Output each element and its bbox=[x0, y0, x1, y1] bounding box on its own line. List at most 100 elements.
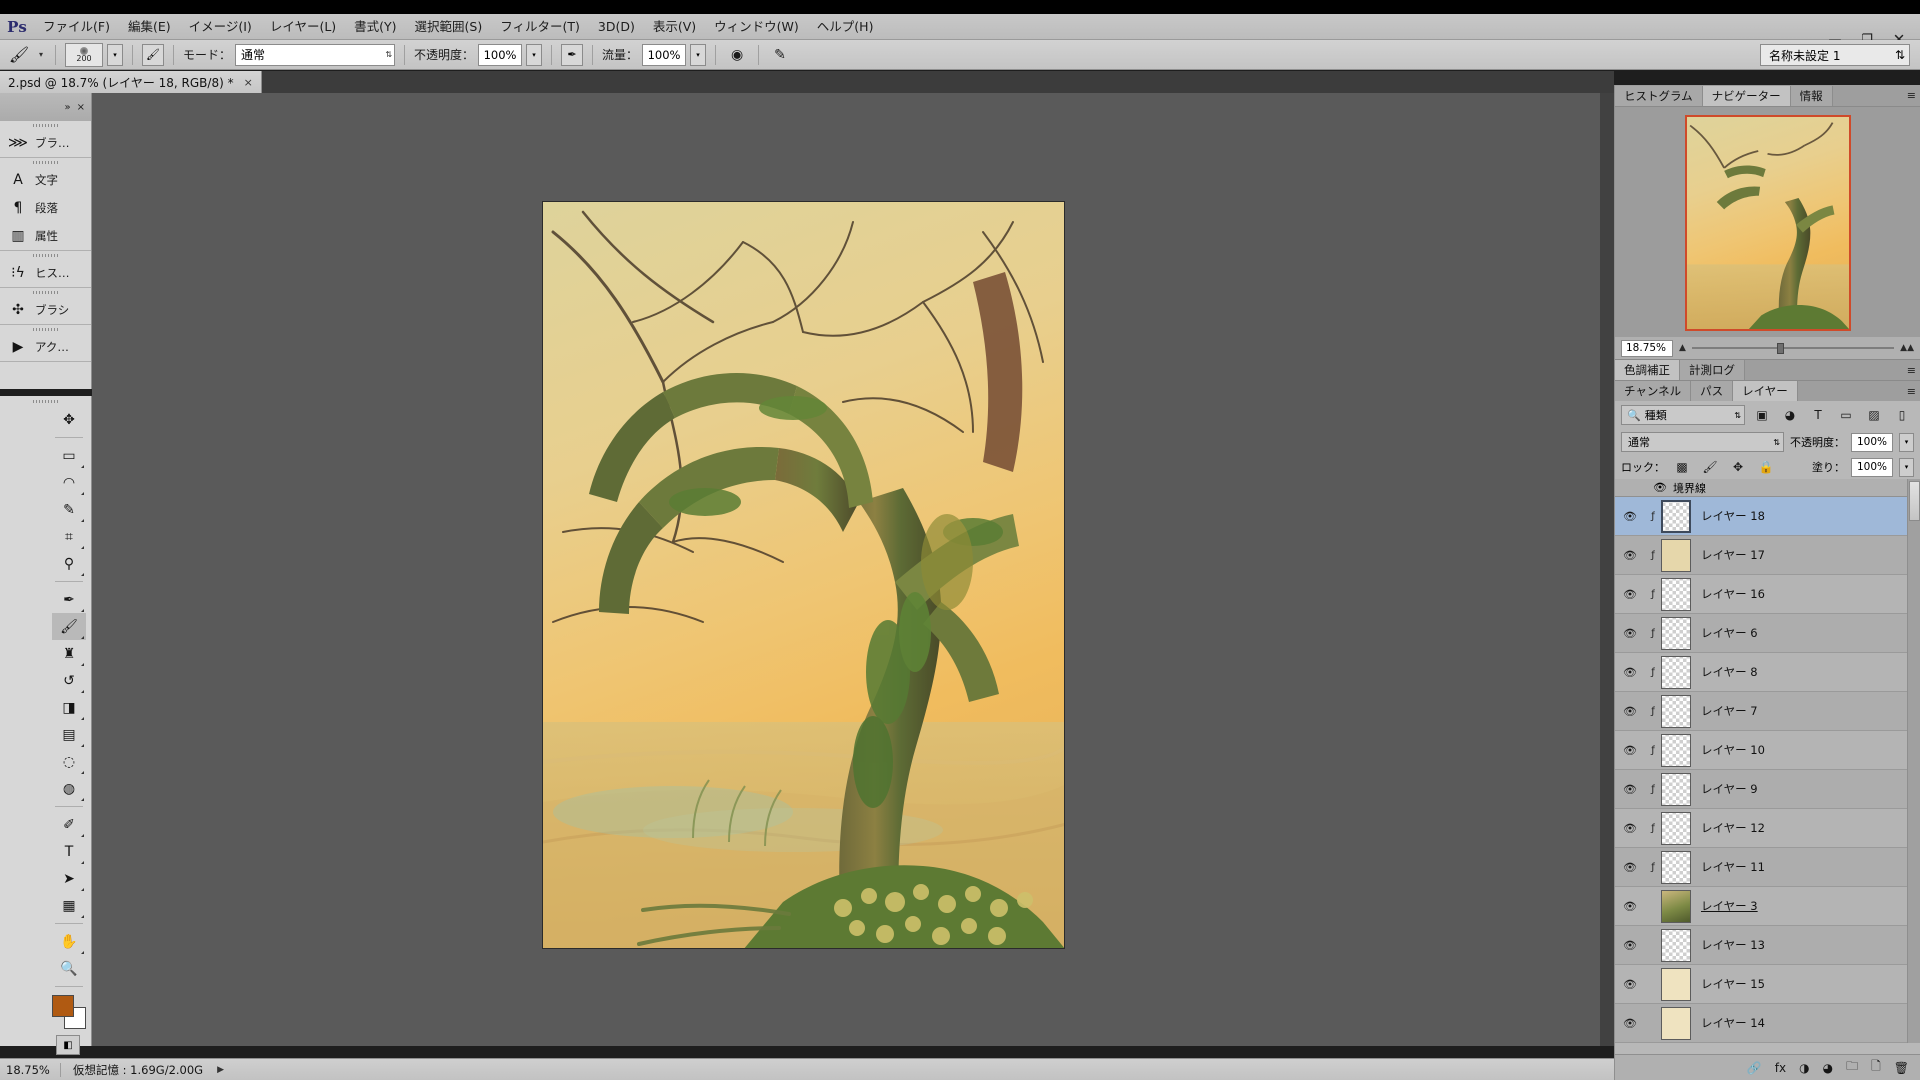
airbrush-icon[interactable]: ✒ bbox=[561, 43, 584, 66]
layer-thumbnail[interactable] bbox=[1661, 811, 1691, 845]
tools-grip[interactable] bbox=[0, 396, 91, 406]
layer-name[interactable]: レイヤー 14 bbox=[1691, 1015, 1765, 1031]
layer-thumbnail[interactable] bbox=[1661, 655, 1691, 689]
panel-button-properties[interactable]: ▥ 属性 bbox=[0, 222, 91, 250]
eye-icon[interactable]: 👁 bbox=[1615, 549, 1645, 562]
panel-menu-icon[interactable]: ≡ bbox=[1907, 89, 1916, 102]
horizontal-type-tool[interactable]: T bbox=[52, 838, 86, 865]
layer-row[interactable]: 👁 ƒ レイヤー 16 bbox=[1615, 575, 1920, 614]
eye-icon[interactable]: 👁 bbox=[1615, 1017, 1645, 1030]
layer-link-icon[interactable]: ƒ bbox=[1645, 628, 1661, 639]
brush-tool[interactable]: 🖌 bbox=[52, 613, 86, 640]
brush-preset-picker[interactable]: 200 bbox=[65, 42, 103, 67]
layer-thumbnail[interactable] bbox=[1661, 889, 1691, 923]
layer-group-header[interactable]: 👁 境界線 bbox=[1615, 479, 1920, 497]
tab-layers[interactable]: レイヤー bbox=[1733, 381, 1798, 401]
layer-list-scrollbar[interactable] bbox=[1907, 479, 1920, 1043]
layer-row[interactable]: 👁 ƒ レイヤー 9 bbox=[1615, 770, 1920, 809]
adjustment-layer-icon[interactable]: ◕ bbox=[1823, 1061, 1833, 1075]
canvas-area[interactable] bbox=[92, 93, 1614, 1046]
scrollbar-thumb[interactable] bbox=[1909, 481, 1920, 521]
layer-thumbnail[interactable] bbox=[1661, 967, 1691, 1001]
layer-thumbnail[interactable] bbox=[1661, 1006, 1691, 1040]
layer-thumbnail[interactable] bbox=[1661, 928, 1691, 962]
slider-handle[interactable] bbox=[1776, 342, 1784, 354]
zoom-in-icon[interactable]: ▲▲ bbox=[1900, 343, 1914, 353]
close-icon[interactable]: × bbox=[244, 76, 253, 89]
zoom-out-icon[interactable]: ▲ bbox=[1679, 343, 1686, 353]
menu-image[interactable]: イメージ(I) bbox=[180, 14, 261, 40]
type-filter-icon[interactable]: T bbox=[1807, 405, 1829, 425]
hand-tool[interactable]: ✋ bbox=[52, 928, 86, 955]
layer-name[interactable]: レイヤー 16 bbox=[1691, 586, 1765, 602]
color-swatches[interactable] bbox=[52, 995, 88, 1029]
clone-stamp-tool[interactable]: ♜ bbox=[52, 640, 86, 667]
zoom-level[interactable]: 18.75% bbox=[0, 1063, 60, 1077]
new-group-icon[interactable]: 🗀 bbox=[1846, 1057, 1858, 1078]
panel-menu-icon[interactable]: ≡ bbox=[1907, 385, 1916, 398]
workspace-preset-select[interactable]: 名称未設定 1 ⇅ bbox=[1760, 44, 1910, 66]
panel-grip[interactable] bbox=[0, 121, 91, 129]
menu-type[interactable]: 書式(Y) bbox=[345, 14, 405, 40]
pixel-filter-icon[interactable]: ▣ bbox=[1751, 405, 1773, 425]
layer-name[interactable]: レイヤー 13 bbox=[1691, 937, 1765, 953]
foreground-color-swatch[interactable] bbox=[52, 995, 74, 1017]
layer-row[interactable]: 👁 ƒ レイヤー 12 bbox=[1615, 809, 1920, 848]
layer-name[interactable]: レイヤー 18 bbox=[1691, 508, 1765, 524]
status-expand-icon[interactable]: ▶ bbox=[203, 1065, 224, 1075]
flow-input[interactable]: 100% bbox=[642, 43, 687, 66]
flow-dropdown-arrow[interactable]: ▾ bbox=[690, 43, 707, 66]
layer-name[interactable]: レイヤー 12 bbox=[1691, 820, 1765, 836]
pen-tool[interactable]: ✐ bbox=[52, 811, 86, 838]
menu-select[interactable]: 選択範囲(S) bbox=[406, 14, 492, 40]
layer-filter-select[interactable]: 🔍 種類 ⇅ bbox=[1621, 405, 1745, 425]
eyedropper-tool[interactable]: ⚲ bbox=[52, 550, 86, 577]
crop-tool[interactable]: ⌗ bbox=[52, 523, 86, 550]
eye-icon[interactable]: 👁 bbox=[1615, 900, 1645, 913]
menu-layer[interactable]: レイヤー(L) bbox=[261, 14, 345, 40]
document-tab[interactable]: 2.psd @ 18.7% (レイヤー 18, RGB/8) * × bbox=[0, 71, 262, 93]
shape-filter-icon[interactable]: ▭ bbox=[1835, 405, 1857, 425]
brush-preset-dropdown-arrow[interactable]: ▾ bbox=[107, 43, 123, 66]
menu-edit[interactable]: 編集(E) bbox=[119, 14, 180, 40]
menu-view[interactable]: 表示(V) bbox=[644, 14, 705, 40]
zoom-tool[interactable]: 🔍 bbox=[52, 955, 86, 982]
menu-file[interactable]: ファイル(F) bbox=[34, 14, 119, 40]
close-icon[interactable]: × bbox=[77, 102, 85, 113]
layer-name[interactable]: レイヤー 11 bbox=[1691, 859, 1765, 875]
menu-3d[interactable]: 3D(D) bbox=[589, 14, 644, 40]
panel-grip[interactable] bbox=[0, 158, 91, 166]
layer-name[interactable]: レイヤー 6 bbox=[1691, 625, 1758, 641]
panel-button-character[interactable]: A 文字 bbox=[0, 166, 91, 194]
layer-thumbnail[interactable] bbox=[1661, 499, 1691, 533]
panel-grip[interactable] bbox=[0, 288, 91, 296]
tab-adjustments[interactable]: 色調補正 bbox=[1615, 360, 1680, 380]
eye-icon[interactable]: 👁 bbox=[1615, 861, 1645, 874]
layer-row[interactable]: 👁 ƒ レイヤー 10 bbox=[1615, 731, 1920, 770]
eye-icon[interactable]: 👁 bbox=[1615, 510, 1645, 523]
layer-list[interactable]: 👁 境界線 👁 ƒ レイヤー 18 👁 ƒ レイヤー 17 👁 ƒ レイヤー 16 👁 ƒ レイヤー … bbox=[1615, 479, 1920, 1043]
panel-button-brush-settings[interactable]: ⋙ ブラ… bbox=[0, 129, 91, 157]
panel-button-actions[interactable]: ▶ アク… bbox=[0, 333, 91, 361]
eye-icon[interactable]: 👁 bbox=[1615, 627, 1645, 640]
eye-icon[interactable]: 👁 bbox=[1615, 744, 1645, 757]
eye-icon[interactable]: 👁 bbox=[1615, 666, 1645, 679]
layer-link-icon[interactable]: ƒ bbox=[1645, 706, 1661, 717]
eye-icon[interactable]: 👁 bbox=[1615, 978, 1645, 991]
eye-icon[interactable]: 👁 bbox=[1653, 481, 1667, 494]
opacity-dropdown-arrow[interactable]: ▾ bbox=[526, 43, 543, 66]
layer-thumbnail[interactable] bbox=[1661, 538, 1691, 572]
smoothing-icon[interactable]: ◉ bbox=[725, 44, 749, 66]
artboard-image[interactable] bbox=[542, 201, 1065, 949]
blur-tool[interactable]: ◌ bbox=[52, 748, 86, 775]
layer-name[interactable]: レイヤー 17 bbox=[1691, 547, 1765, 563]
eye-icon[interactable]: 👁 bbox=[1615, 588, 1645, 601]
eye-icon[interactable]: 👁 bbox=[1615, 783, 1645, 796]
layer-row[interactable]: 👁 ƒ レイヤー 17 bbox=[1615, 536, 1920, 575]
tab-paths[interactable]: パス bbox=[1691, 381, 1734, 401]
layer-fill-input[interactable]: 100% bbox=[1851, 457, 1893, 477]
rectangular-marquee-tool[interactable]: ▭ bbox=[52, 442, 86, 469]
spot-healing-brush-tool[interactable]: ✒ bbox=[52, 586, 86, 613]
new-layer-icon[interactable]: 🗋 bbox=[1871, 1057, 1881, 1078]
layer-thumbnail[interactable] bbox=[1661, 694, 1691, 728]
